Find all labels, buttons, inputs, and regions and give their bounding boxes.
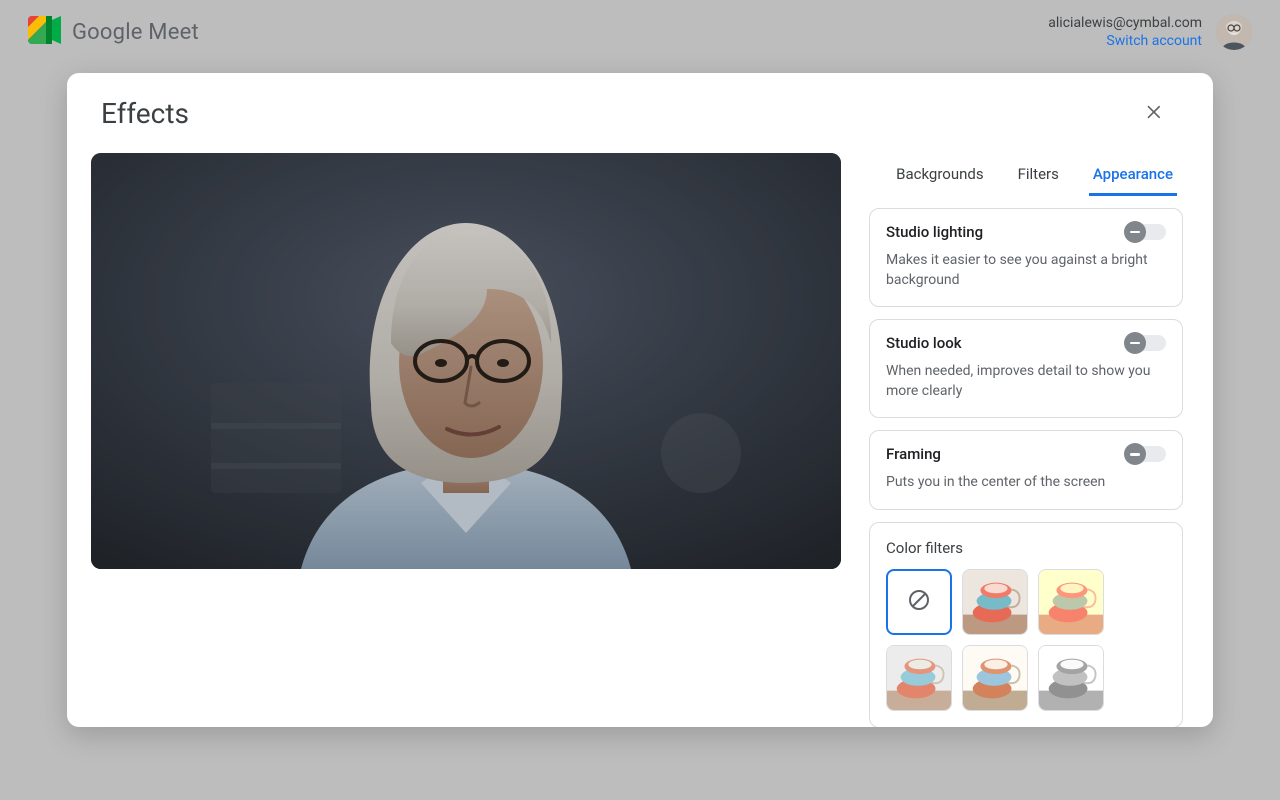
appearance-settings-list: Studio lighting Makes it easier to see y…: [867, 196, 1185, 727]
setting-studio-lighting: Studio lighting Makes it easier to see y…: [869, 208, 1183, 307]
color-filter-mono[interactable]: [1038, 645, 1104, 711]
setting-framing: Framing Puts you in the center of the sc…: [869, 430, 1183, 510]
setting-color-filters: Color filters: [869, 522, 1183, 727]
setting-title: Framing: [886, 445, 941, 463]
color-filter-soft[interactable]: [886, 645, 952, 711]
no-filter-icon: [907, 588, 931, 616]
setting-title: Studio look: [886, 334, 962, 352]
setting-title: Studio lighting: [886, 223, 983, 241]
minus-icon: [1124, 443, 1146, 465]
minus-icon: [1124, 221, 1146, 243]
tab-backgrounds[interactable]: Backgrounds: [892, 157, 987, 196]
setting-description: When needed, improves detail to show you…: [886, 362, 1166, 401]
color-filter-cool[interactable]: [962, 645, 1028, 711]
color-filter-none[interactable]: [886, 569, 952, 635]
color-filter-warm[interactable]: [962, 569, 1028, 635]
account-block: alicialewis@cymbal.com Switch account: [1048, 14, 1252, 50]
effects-side-panel: Backgrounds Filters Appearance Studio li…: [867, 153, 1185, 727]
color-filter-peach[interactable]: [1038, 569, 1104, 635]
account-email: alicialewis@cymbal.com: [1048, 15, 1202, 31]
brand: Google Meet: [28, 16, 199, 48]
meet-logo-icon: [28, 16, 62, 48]
close-button[interactable]: [1135, 93, 1175, 133]
tab-filters[interactable]: Filters: [1014, 157, 1063, 196]
top-bar: Google Meet alicialewis@cymbal.com Switc…: [0, 0, 1280, 64]
toggle-studio-lighting[interactable]: [1126, 224, 1166, 240]
color-filter-options: [886, 569, 1166, 711]
app-name: Google Meet: [72, 20, 199, 45]
minus-icon: [1124, 332, 1146, 354]
switch-account-link[interactable]: Switch account: [1106, 33, 1202, 49]
setting-studio-look: Studio look When needed, improves detail…: [869, 319, 1183, 418]
setting-description: Puts you in the center of the screen: [886, 473, 1166, 493]
color-filters-title: Color filters: [886, 539, 1166, 557]
avatar[interactable]: [1216, 14, 1252, 50]
tab-appearance[interactable]: Appearance: [1089, 157, 1177, 196]
effects-tabs: Backgrounds Filters Appearance: [867, 153, 1185, 196]
effects-dialog: Effects: [67, 73, 1213, 727]
toggle-studio-look[interactable]: [1126, 335, 1166, 351]
close-icon: [1145, 102, 1165, 125]
setting-description: Makes it easier to see you against a bri…: [886, 251, 1166, 290]
dialog-title: Effects: [101, 97, 189, 130]
video-preview: [91, 153, 841, 569]
dialog-header: Effects: [67, 73, 1213, 153]
toggle-framing[interactable]: [1126, 446, 1166, 462]
